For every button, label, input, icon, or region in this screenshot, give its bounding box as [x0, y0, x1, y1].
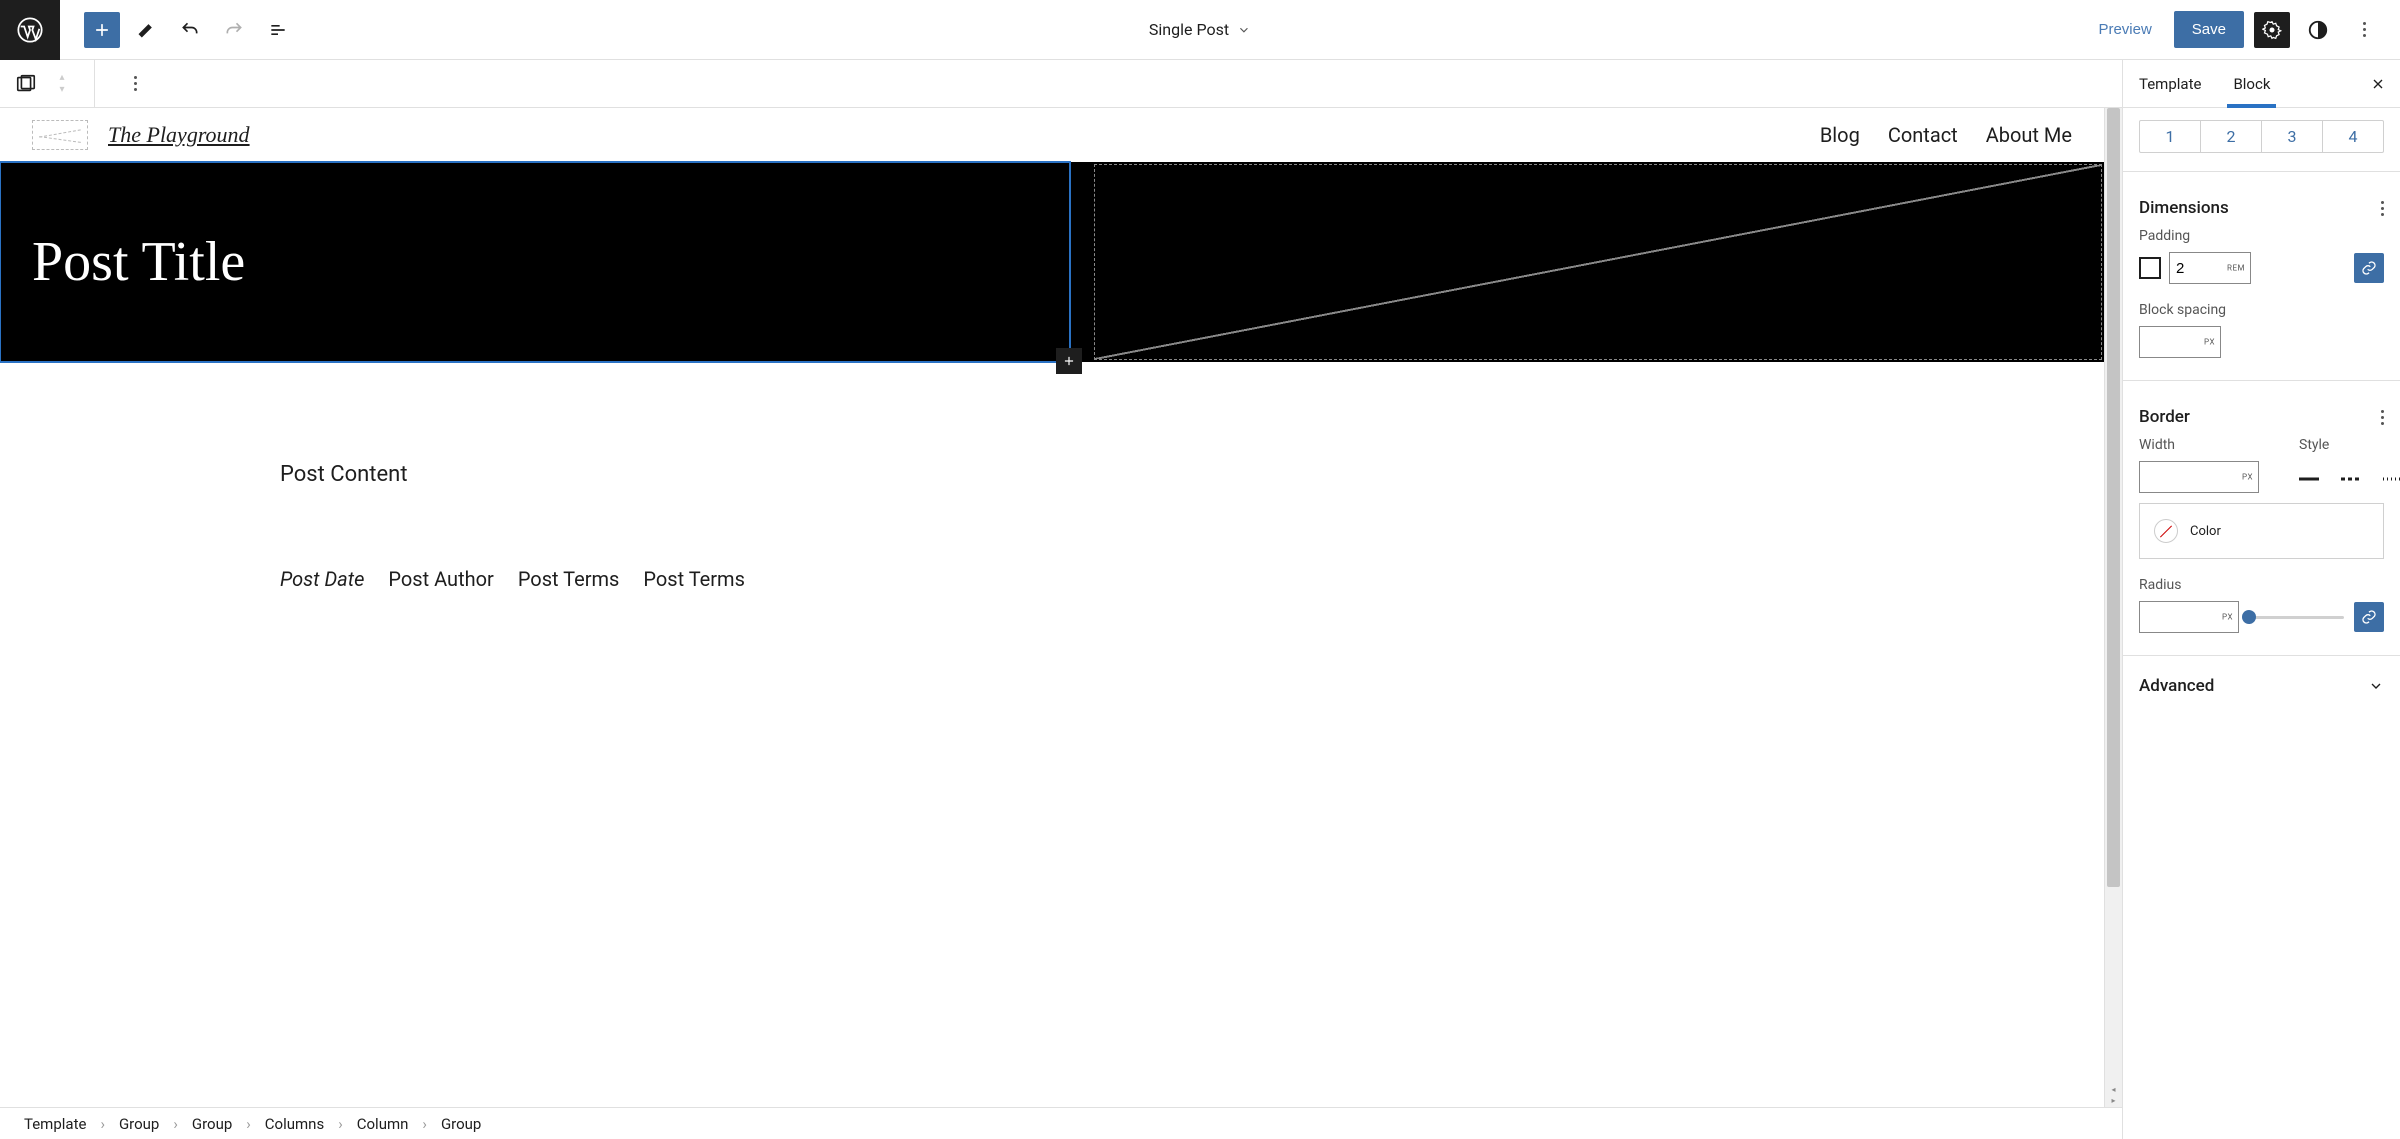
post-terms-block[interactable]: Post Terms [518, 567, 620, 591]
list-view-button[interactable] [260, 12, 296, 48]
tab-block[interactable]: Block [2217, 61, 2286, 107]
link-icon [2361, 260, 2377, 276]
border-style-solid[interactable] [2299, 477, 2323, 481]
tab-template[interactable]: Template [2123, 61, 2217, 107]
border-radius-slider[interactable] [2249, 607, 2344, 627]
link-icon [2361, 609, 2377, 625]
block-spacing-label: Block spacing [2139, 302, 2384, 318]
border-color-button[interactable]: Color [2139, 503, 2384, 559]
chevron-down-icon [2368, 678, 2384, 694]
vertical-scrollbar-thumb[interactable] [2107, 108, 2120, 887]
breadcrumb-item[interactable]: Group [192, 1115, 232, 1133]
block-spacing-unit[interactable]: PX [2204, 338, 2215, 347]
border-more-button[interactable] [2381, 410, 2384, 425]
advanced-title: Advanced [2139, 676, 2214, 696]
heading-level-segmented[interactable]: 1 2 3 4 [2139, 120, 2384, 153]
nav-item-blog[interactable]: Blog [1820, 123, 1860, 147]
styles-button[interactable] [2300, 12, 2336, 48]
redo-button[interactable] [216, 12, 252, 48]
breadcrumb-item[interactable]: Template [24, 1115, 86, 1133]
nav-item-about[interactable]: About Me [1986, 123, 2072, 147]
post-date-block[interactable]: Post Date [280, 567, 364, 591]
undo-button[interactable] [172, 12, 208, 48]
add-block-button[interactable] [84, 12, 120, 48]
vertical-scrollbar[interactable]: ◂▸ [2104, 108, 2122, 1107]
padding-label: Padding [2139, 228, 2384, 244]
move-down-button[interactable]: ▾ [52, 84, 72, 96]
document-title-dropdown[interactable]: Single Post [1149, 20, 1251, 39]
border-panel-title: Border [2139, 407, 2190, 427]
block-options-button[interactable] [117, 66, 153, 102]
advanced-panel-toggle[interactable]: Advanced [2139, 664, 2384, 708]
border-radius-label: Radius [2139, 577, 2384, 593]
hero-group-block[interactable]: Post Title [0, 162, 2104, 362]
save-button[interactable]: Save [2174, 11, 2244, 48]
breadcrumb-item[interactable]: Column [357, 1115, 409, 1133]
padding-link-toggle[interactable] [2354, 253, 2384, 283]
padding-unit[interactable]: REM [2227, 264, 2245, 273]
settings-sidebar: Template Block 1 2 3 4 Dimensions [2122, 60, 2400, 1139]
preview-button[interactable]: Preview [2086, 13, 2163, 46]
template-parts-icon[interactable] [14, 72, 38, 96]
padding-sides-icon[interactable] [2139, 257, 2161, 279]
breadcrumb-item[interactable]: Group [119, 1115, 159, 1133]
more-options-button[interactable] [2346, 12, 2382, 48]
color-swatch-none-icon [2154, 519, 2178, 543]
border-style-dashed[interactable] [2341, 477, 2365, 481]
wordpress-logo[interactable] [0, 0, 60, 60]
settings-button[interactable] [2254, 12, 2290, 48]
level-option[interactable]: 1 [2140, 121, 2200, 152]
breadcrumb-item[interactable]: Group [441, 1115, 481, 1133]
document-title: Single Post [1149, 20, 1229, 39]
edit-tool-button[interactable] [128, 12, 164, 48]
border-color-label: Color [2190, 524, 2221, 539]
move-up-button[interactable]: ▴ [52, 72, 72, 84]
dimensions-panel-title: Dimensions [2139, 198, 2229, 218]
border-radius-unit[interactable]: PX [2222, 613, 2233, 622]
border-style-label: Style [2299, 437, 2400, 453]
dots-vertical-icon [134, 76, 137, 91]
level-option[interactable]: 3 [2261, 121, 2322, 152]
level-option[interactable]: 4 [2322, 121, 2383, 152]
site-title[interactable]: The Playground [108, 122, 250, 148]
post-content-block[interactable]: Post Content [280, 462, 1824, 487]
post-terms-block[interactable]: Post Terms [643, 567, 745, 591]
block-breadcrumb: Template› Group› Group› Columns› Column›… [0, 1107, 2122, 1139]
level-option[interactable]: 2 [2200, 121, 2261, 152]
border-width-label: Width [2139, 437, 2259, 453]
dimensions-more-button[interactable] [2381, 201, 2384, 216]
post-author-block[interactable]: Post Author [388, 567, 493, 591]
close-sidebar-button[interactable] [2356, 76, 2400, 92]
post-title-block[interactable]: Post Title [32, 230, 245, 294]
border-width-unit[interactable]: PX [2242, 473, 2253, 482]
site-logo-placeholder[interactable] [32, 120, 88, 150]
add-block-floating-button[interactable] [1056, 348, 1082, 374]
post-meta-row: Post Date Post Author Post Terms Post Te… [280, 567, 1824, 591]
site-navigation: Blog Contact About Me [1820, 123, 2072, 147]
featured-image-placeholder[interactable] [1094, 164, 2102, 360]
column-selected[interactable]: Post Title [0, 162, 1070, 362]
radius-link-toggle[interactable] [2354, 602, 2384, 632]
border-style-dotted[interactable] [2383, 477, 2400, 481]
border-width-input[interactable] [2139, 461, 2259, 493]
chevron-down-icon [1237, 23, 1251, 37]
close-icon [2370, 76, 2386, 92]
nav-item-contact[interactable]: Contact [1888, 123, 1958, 147]
breadcrumb-item[interactable]: Columns [265, 1115, 324, 1133]
dots-vertical-icon [2363, 22, 2366, 37]
